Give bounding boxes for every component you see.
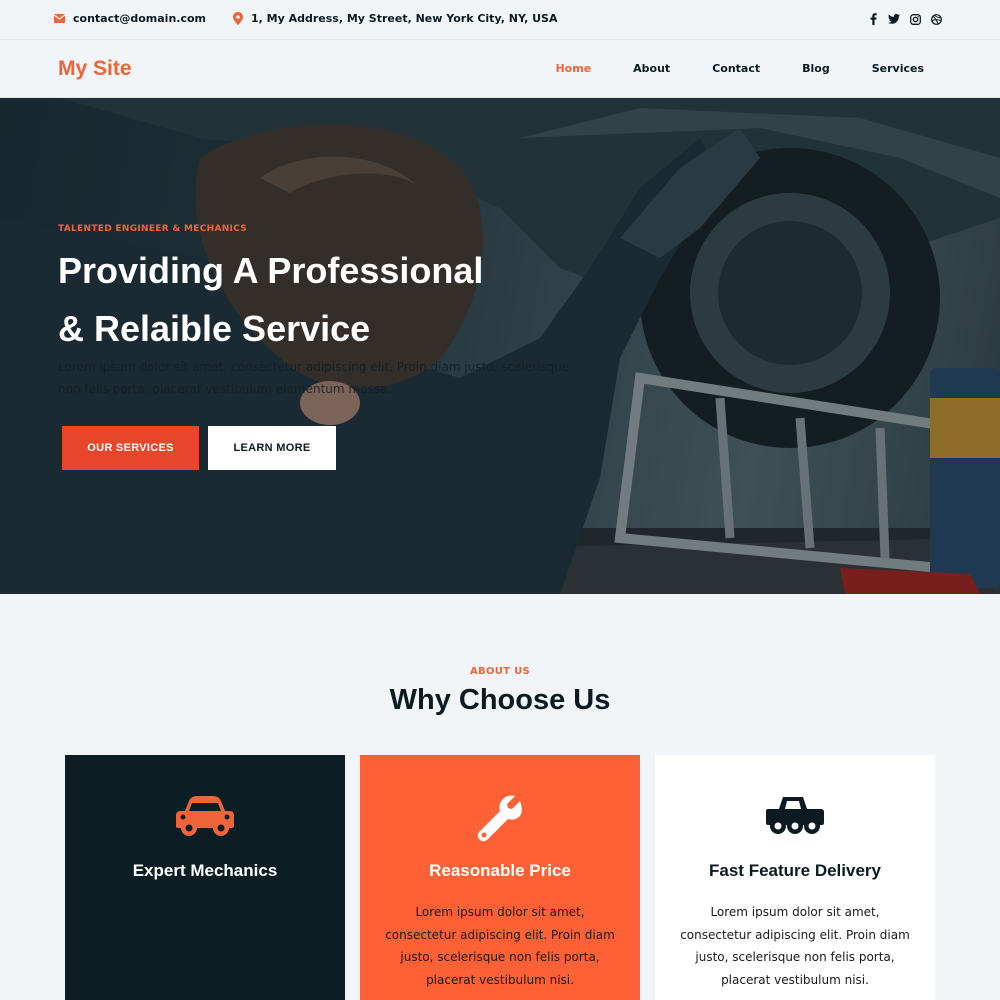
email-text: contact@domain.com — [73, 12, 207, 25]
envelope-icon — [54, 14, 65, 23]
feature-card-expert-mechanics: Expert Mechanics — [65, 755, 345, 1000]
our-services-button[interactable]: OUR SERVICES — [62, 426, 199, 470]
learn-more-button[interactable]: LEARN MORE — [208, 426, 336, 470]
card-title: Fast Feature Delivery — [709, 861, 881, 880]
about-title: Why Choose Us — [389, 684, 611, 716]
map-pin-icon — [233, 12, 243, 25]
main-navbar: My Site Home About Contact Blog Services — [0, 41, 1000, 98]
address-text: 1, My Address, My Street, New York City,… — [251, 12, 558, 25]
nav-about[interactable]: About — [633, 62, 670, 75]
card-title: Reasonable Price — [429, 861, 571, 880]
hero-title: Providing A Professional & Relaible Serv… — [58, 242, 538, 358]
nav-contact[interactable]: Contact — [712, 62, 760, 75]
feature-card-reasonable-price: Reasonable Price Lorem ipsum dolor sit a… — [360, 755, 640, 1000]
facebook-icon[interactable] — [867, 13, 879, 25]
nav-blog[interactable]: Blog — [802, 62, 830, 75]
card-text: Lorem ipsum dolor sit amet, consectetur … — [680, 905, 910, 987]
social-links — [867, 13, 942, 25]
instagram-icon[interactable] — [909, 13, 921, 25]
top-bar: contact@domain.com 1, My Address, My Str… — [0, 0, 1000, 40]
nav-services[interactable]: Services — [872, 62, 924, 75]
contact-address: 1, My Address, My Street, New York City,… — [233, 12, 558, 25]
hero-description: Lorem ipsum dolor sit amet, consectetur … — [58, 360, 570, 396]
nav-links: Home About Contact Blog Services — [513, 62, 924, 75]
nav-home[interactable]: Home — [555, 62, 591, 75]
dribbble-icon[interactable] — [930, 13, 942, 25]
contact-email[interactable]: contact@domain.com — [54, 12, 206, 25]
feature-card-fast-delivery: Fast Feature Delivery Lorem ipsum dolor … — [655, 755, 935, 1000]
twitter-icon[interactable] — [888, 13, 900, 25]
truck-icon — [655, 795, 935, 841]
car-icon — [65, 795, 345, 841]
hero-title-line-2: & Relaible Service — [58, 308, 371, 349]
hero-kicker: TALENTED ENGINEER & MECHANICS — [58, 224, 248, 234]
wrench-icon — [360, 795, 640, 842]
site-logo[interactable]: My Site — [58, 57, 132, 81]
about-kicker: ABOUT US — [469, 666, 530, 677]
hero-section: TALENTED ENGINEER & MECHANICS Providing … — [0, 98, 1000, 594]
card-text: Lorem ipsum dolor sit amet, consectetur … — [385, 905, 615, 987]
hero-title-line-1: Providing A Professional — [58, 250, 484, 291]
card-title: Expert Mechanics — [132, 861, 278, 880]
